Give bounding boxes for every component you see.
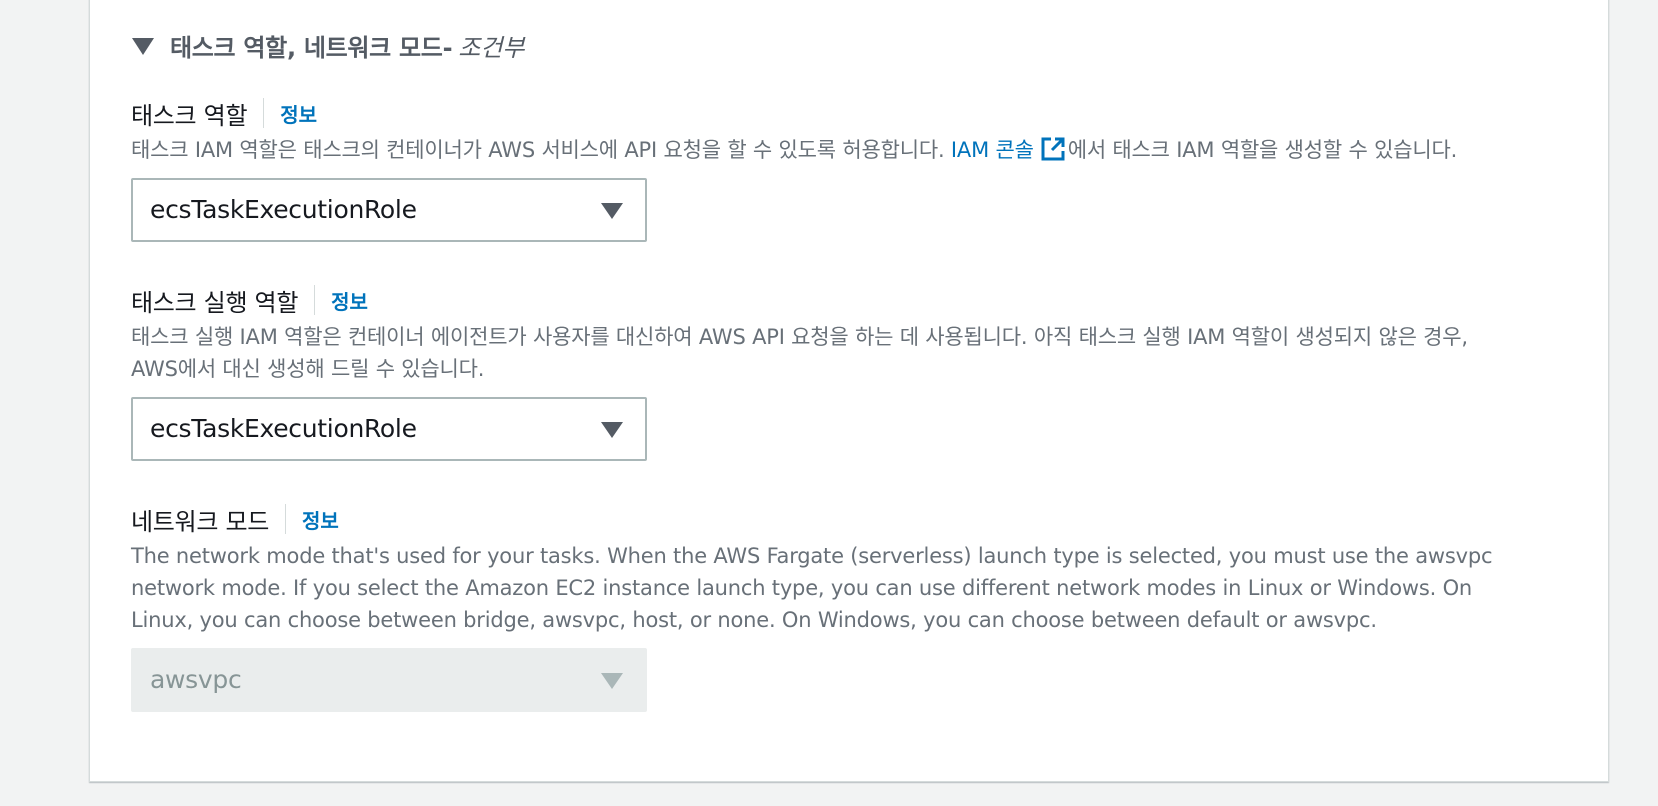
dropdown-arrow-icon <box>601 673 623 689</box>
execution-role-label: 태스크 실행 역할 <box>131 288 299 317</box>
container-panel: 태스크 역할, 네트워크 모드- 조건부 태스크 역할 정보 태스크 IAM 역… <box>89 0 1609 782</box>
network-mode-desc-line2: network mode. If you select the Amazon E… <box>131 576 1473 600</box>
network-mode-select-value: awsvpc <box>150 665 242 694</box>
network-mode-label: 네트워크 모드 <box>131 507 270 536</box>
external-link-icon[interactable] <box>1040 136 1066 162</box>
task-role-description: 태스크 IAM 역할은 태스크의 컨테이너가 AWS 서비스에 API 요청을 … <box>131 134 1591 166</box>
iam-console-link-text[interactable]: IAM 콘솔 <box>951 138 1034 162</box>
network-mode-info-link[interactable]: 정보 <box>302 505 339 534</box>
dropdown-arrow-icon <box>601 422 623 438</box>
task-role-desc-text-after: 에서 태스크 IAM 역할을 생성할 수 있습니다. <box>1067 138 1458 162</box>
network-mode-field: 네트워크 모드 정보 The network mode that's used … <box>131 502 1591 712</box>
dropdown-arrow-icon <box>601 203 623 219</box>
section-title-suffix: 조건부 <box>458 34 525 62</box>
network-mode-desc-line1: The network mode that's used for your ta… <box>131 544 1493 568</box>
label-divider <box>263 98 265 128</box>
section-title: 태스크 역할, 네트워크 모드- <box>170 34 453 62</box>
label-divider <box>314 285 316 315</box>
task-role-desc-text: 태스크 IAM 역할은 태스크의 컨테이너가 AWS 서비스에 API 요청을 … <box>131 138 945 162</box>
section-toggle[interactable]: 태스크 역할, 네트워크 모드- 조건부 <box>132 28 524 63</box>
execution-role-select-value: ecsTaskExecutionRole <box>150 414 417 443</box>
execution-role-field: 태스크 실행 역할 정보 태스크 실행 IAM 역할은 컨테이너 에이전트가 사… <box>131 283 1591 461</box>
execution-role-select[interactable]: ecsTaskExecutionRole <box>131 397 647 461</box>
task-role-select[interactable]: ecsTaskExecutionRole <box>131 178 647 242</box>
task-role-select-value: ecsTaskExecutionRole <box>150 195 417 224</box>
network-mode-select: awsvpc <box>131 648 647 712</box>
execution-role-desc-line1: 태스크 실행 IAM 역할은 컨테이너 에이전트가 사용자를 대신하여 AWS … <box>131 325 1468 349</box>
execution-role-info-link[interactable]: 정보 <box>331 286 368 315</box>
execution-role-description: 태스크 실행 IAM 역할은 컨테이너 에이전트가 사용자를 대신하여 AWS … <box>131 321 1591 385</box>
caret-down-icon <box>132 38 154 55</box>
network-mode-description: The network mode that's used for your ta… <box>131 540 1591 636</box>
task-role-label: 태스크 역할 <box>131 101 248 130</box>
task-role-field: 태스크 역할 정보 태스크 IAM 역할은 태스크의 컨테이너가 AWS 서비스… <box>131 96 1591 242</box>
label-divider <box>285 504 287 534</box>
task-role-info-link[interactable]: 정보 <box>280 99 317 128</box>
network-mode-desc-line3: Linux, you can choose between bridge, aw… <box>131 608 1377 632</box>
iam-console-link[interactable]: IAM 콘솔 <box>951 136 1068 162</box>
execution-role-desc-line2: AWS에서 대신 생성해 드릴 수 있습니다. <box>131 357 485 381</box>
